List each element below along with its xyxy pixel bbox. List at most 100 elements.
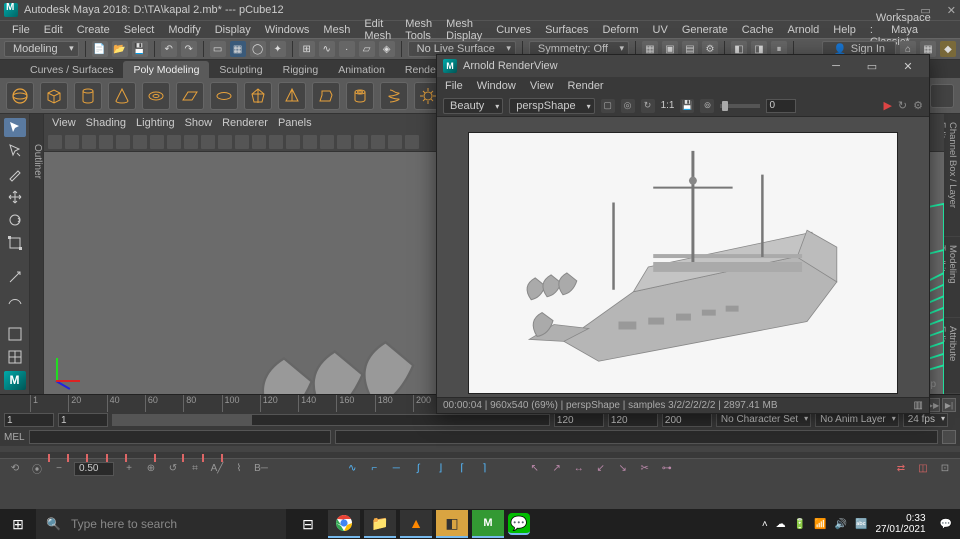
menu-surfaces[interactable]: Surfaces	[539, 22, 594, 38]
vlc-taskbar-icon[interactable]: ▲	[400, 510, 432, 538]
poly-helix-icon[interactable]	[380, 82, 408, 110]
menu-help[interactable]: Help	[827, 22, 862, 38]
anim-first-icon[interactable]: ⦿	[30, 462, 44, 476]
outliner-tab[interactable]: Outliner	[30, 114, 44, 394]
vp-grid-icon[interactable]	[133, 135, 147, 149]
four-view-icon[interactable]	[4, 348, 26, 367]
script-lang-label[interactable]: MEL	[4, 432, 25, 443]
fps-dropdown[interactable]: 24 fps	[903, 413, 948, 427]
tangent-break-icon[interactable]: ✂	[638, 462, 652, 476]
shelf-rigging[interactable]: Rigging	[273, 61, 329, 78]
rotate-tool[interactable]	[4, 210, 26, 229]
menu-deform[interactable]: Deform	[596, 22, 644, 38]
menu-windows[interactable]: Windows	[259, 22, 316, 38]
menu-create[interactable]: Create	[71, 22, 116, 38]
anim-stepped-icon[interactable]: ⌗	[188, 462, 202, 476]
scale-tool[interactable]	[4, 233, 26, 252]
aov-dropdown[interactable]: Beauty	[443, 98, 503, 114]
menu-file[interactable]: File	[6, 22, 36, 38]
shelf-layout-icon[interactable]	[930, 84, 954, 108]
vp-grease-icon[interactable]	[116, 135, 130, 149]
curve-auto-icon[interactable]: ⌉	[477, 462, 491, 476]
tray-onedrive-icon[interactable]: ☁	[776, 519, 786, 530]
arnold-viewer[interactable]	[437, 117, 929, 397]
select-hilite-icon[interactable]: ▦	[230, 41, 246, 57]
shelf-poly-modeling[interactable]: Poly Modeling	[123, 61, 209, 78]
tangent-unify-icon[interactable]: ⊶	[660, 462, 674, 476]
vp-motion-blur-icon[interactable]	[303, 135, 317, 149]
arnold-maximize-button[interactable]: ▭	[857, 60, 887, 73]
buffer-swap-icon[interactable]: ⇄	[894, 462, 908, 476]
shelf-sculpting[interactable]: Sculpting	[209, 61, 272, 78]
curve-plateau-icon[interactable]: ⌈	[455, 462, 469, 476]
chrome-taskbar-icon[interactable]	[328, 510, 360, 538]
arnold-minimize-button[interactable]: ─	[821, 60, 851, 73]
anim-minus-icon[interactable]: −	[52, 462, 66, 476]
maya-taskbar-icon[interactable]: M	[472, 510, 504, 538]
lasso-icon[interactable]: ◯	[250, 41, 266, 57]
snap-point-icon[interactable]: ·	[339, 41, 355, 57]
snap-live-icon[interactable]: ◈	[379, 41, 395, 57]
render-settings-button[interactable]: ⚙	[913, 99, 923, 112]
arnold-menu-view[interactable]: View	[530, 80, 554, 92]
poly-pyramid-icon[interactable]	[278, 82, 306, 110]
menu-meshdisplay[interactable]: Mesh Display	[440, 16, 488, 44]
tangent-linear-icon[interactable]: ↙	[594, 462, 608, 476]
save-snapshot-icon[interactable]: 💾	[680, 99, 694, 113]
dopetick-icon[interactable]: ⊡	[938, 462, 952, 476]
task-view-button[interactable]: ⊟	[292, 510, 324, 538]
paint-select-tool[interactable]	[4, 164, 26, 183]
save-scene-icon[interactable]: 💾	[132, 41, 148, 57]
anim-loc-icon[interactable]: ⊕	[144, 462, 158, 476]
curve-step-icon[interactable]: ⌐	[367, 462, 381, 476]
vp-gate-mask-icon[interactable]	[184, 135, 198, 149]
tangent-free-icon[interactable]: ↖	[528, 462, 542, 476]
select-mode-icon[interactable]: ▭	[210, 41, 226, 57]
poly-prism-icon[interactable]	[312, 82, 340, 110]
menu-select[interactable]: Select	[118, 22, 161, 38]
scale-label[interactable]: 1:1	[661, 100, 675, 111]
anim-start-field[interactable]	[4, 413, 54, 427]
modeling-toolkit-tab[interactable]: Modeling Toolkit	[944, 237, 960, 318]
color-mgmt-icon[interactable]: ⊚	[700, 99, 714, 113]
arnold-close-button[interactable]: ✕	[893, 60, 923, 73]
menu-display[interactable]: Display	[209, 22, 257, 38]
command-input[interactable]	[29, 430, 331, 444]
poly-cube-icon[interactable]	[40, 82, 68, 110]
isolate-render-icon[interactable]: ◎	[621, 99, 635, 113]
anim-reset-icon[interactable]: ↺	[166, 462, 180, 476]
vp-bookmark-icon[interactable]	[65, 135, 79, 149]
menu-generate[interactable]: Generate	[676, 22, 734, 38]
hotbox-icon[interactable]: ◆	[940, 41, 956, 57]
redo-icon[interactable]: ↷	[181, 41, 197, 57]
start-button[interactable]: ⊞	[0, 509, 36, 539]
playback-speed-field[interactable]	[74, 462, 114, 476]
move-tool[interactable]	[4, 187, 26, 206]
anim-layer-dropdown[interactable]: No Anim Layer	[815, 413, 899, 427]
line-taskbar-icon[interactable]: 💬	[508, 513, 530, 535]
taskbar-clock[interactable]: 0:33 27/01/2021	[875, 513, 931, 535]
tangent-step-icon[interactable]: ↘	[616, 462, 630, 476]
single-view-icon[interactable]	[4, 325, 26, 344]
lasso-tool[interactable]	[4, 141, 26, 160]
arnold-titlebar[interactable]: M Arnold RenderView ─ ▭ ✕	[437, 55, 929, 77]
menu-curves[interactable]: Curves	[490, 22, 537, 38]
tangent-fixed-icon[interactable]: ↗	[550, 462, 564, 476]
poly-platonic-icon[interactable]	[244, 82, 272, 110]
vp-film-gate-icon[interactable]	[150, 135, 164, 149]
vp-menu-view[interactable]: View	[52, 117, 76, 129]
exposure-field[interactable]	[766, 99, 796, 113]
vp-ao-icon[interactable]	[286, 135, 300, 149]
vp-menu-panels[interactable]: Panels	[278, 117, 312, 129]
vp-xray-icon[interactable]	[354, 135, 368, 149]
tray-wifi-icon[interactable]: 📶	[814, 519, 826, 530]
vp-2d-pan-icon[interactable]	[99, 135, 113, 149]
paint-select-icon[interactable]: ✦	[270, 41, 286, 57]
anim-linear-icon[interactable]: A╱	[210, 462, 224, 476]
arnold-menu-file[interactable]: File	[445, 80, 463, 92]
vp-isolate-icon[interactable]	[337, 135, 351, 149]
snap-grid-icon[interactable]: ⊞	[299, 41, 315, 57]
anim-plus-icon[interactable]: +	[122, 462, 136, 476]
render-log-icon[interactable]: ▥	[914, 400, 923, 411]
anim-cycle-icon[interactable]: ⟲	[8, 462, 22, 476]
